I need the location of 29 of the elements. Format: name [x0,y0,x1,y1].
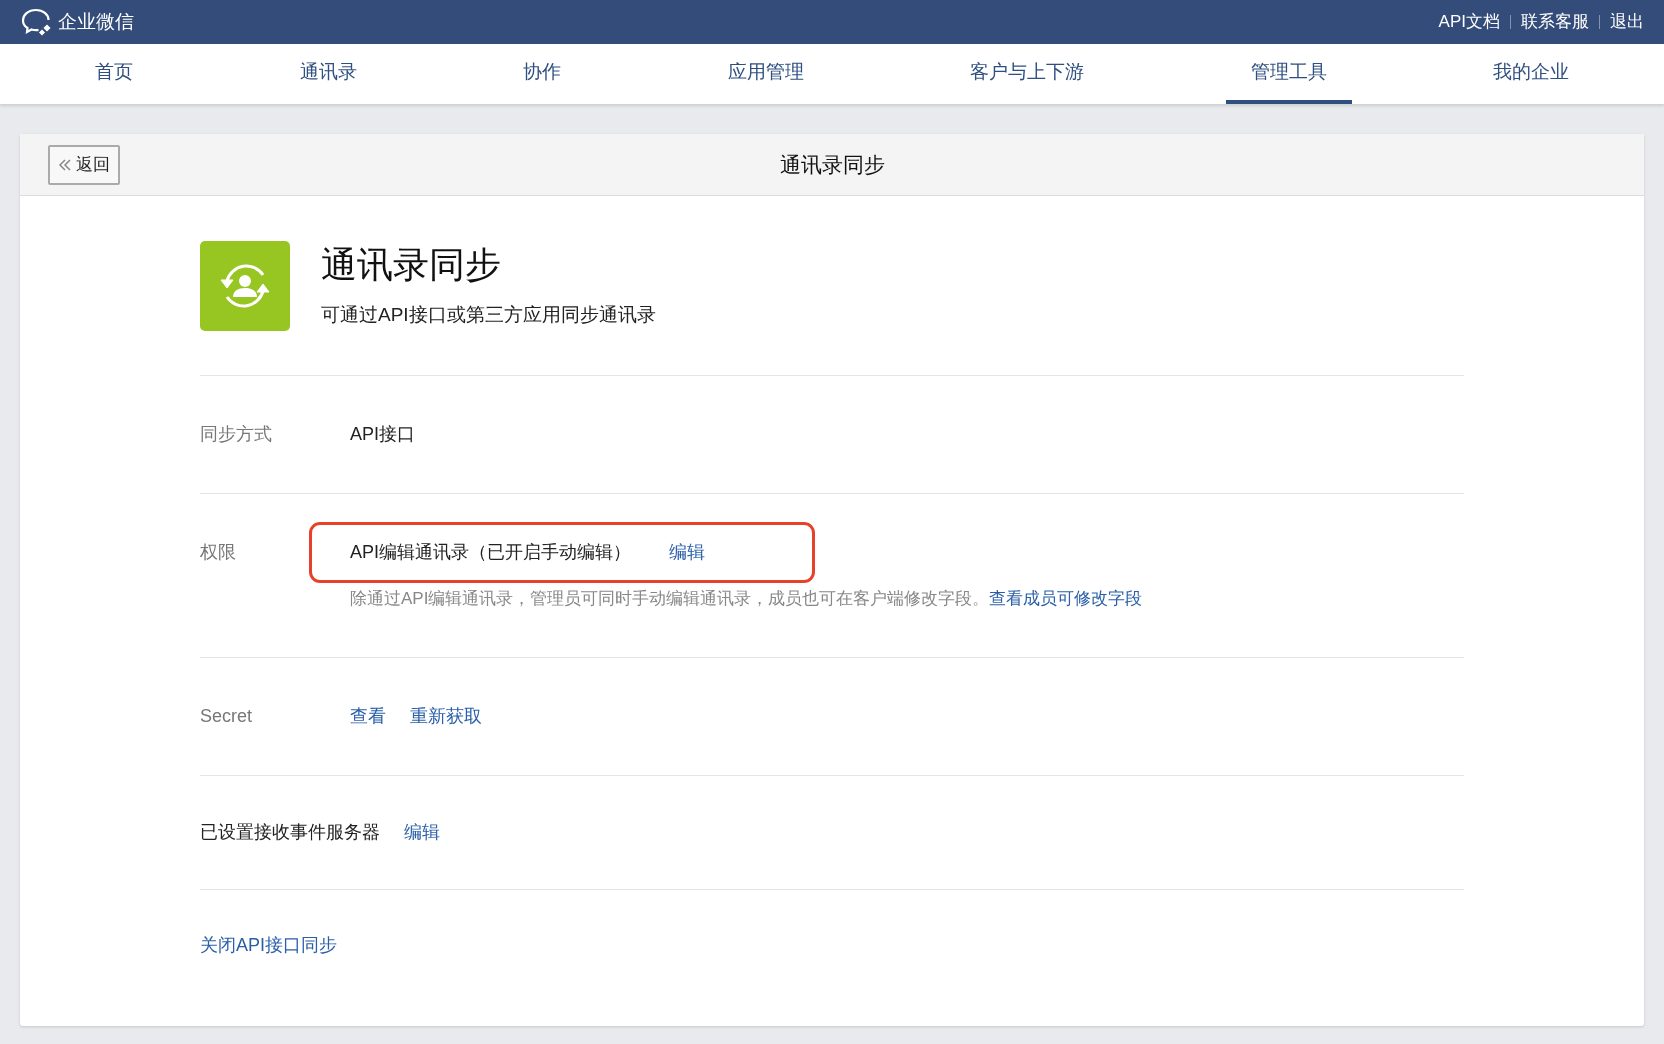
nav-tab[interactable]: 我的企业 [1468,44,1594,104]
nav-tab[interactable]: 管理工具 [1225,44,1352,104]
nav-tab[interactable]: 应用管理 [702,44,829,104]
text-link[interactable]: 编辑 [404,818,440,846]
row-label: 同步方式 [200,423,273,446]
back-button[interactable]: 返回 [48,145,120,185]
row-label: 已设置接收事件服务器 [200,820,380,844]
permission-note: 除通过API编辑通讯录，管理员可同时手动编辑通讯录，成员也可在客户端修改字段。查看成员可修改字段 [349,588,1144,610]
app-description: 可通过API接口或第三方应用同步通讯录 [321,303,656,327]
top-link[interactable]: 联系客服 [1521,9,1589,35]
top-link[interactable]: 退出 [1610,9,1644,35]
top-link[interactable]: API文档 [1438,9,1500,35]
nav-tab[interactable]: 首页 [70,44,158,104]
text-link[interactable]: 编辑 [669,542,705,562]
row-label: 权限 [200,541,237,564]
text-link[interactable]: 关闭API接口同步 [200,934,337,955]
row-value: API接口 [350,423,415,446]
text-link[interactable]: 重新获取 [410,705,482,726]
app-title: 通讯录同步 [321,243,502,287]
row-value: API编辑通讯录（已开启手动编辑） [350,541,631,564]
text-link[interactable]: 查看成员可修改字段 [989,589,1143,608]
text-link[interactable]: 查看 [350,705,386,726]
nav-tab[interactable]: 协作 [498,44,586,104]
double-chevron-icon [58,158,72,172]
page-title: 通讯录同步 [779,151,885,178]
row-label: Secret [200,704,254,728]
nav-tab[interactable]: 通讯录 [274,44,382,104]
nav-tab[interactable]: 客户与上下游 [945,44,1109,104]
logo-text: 企业微信 [58,9,134,34]
